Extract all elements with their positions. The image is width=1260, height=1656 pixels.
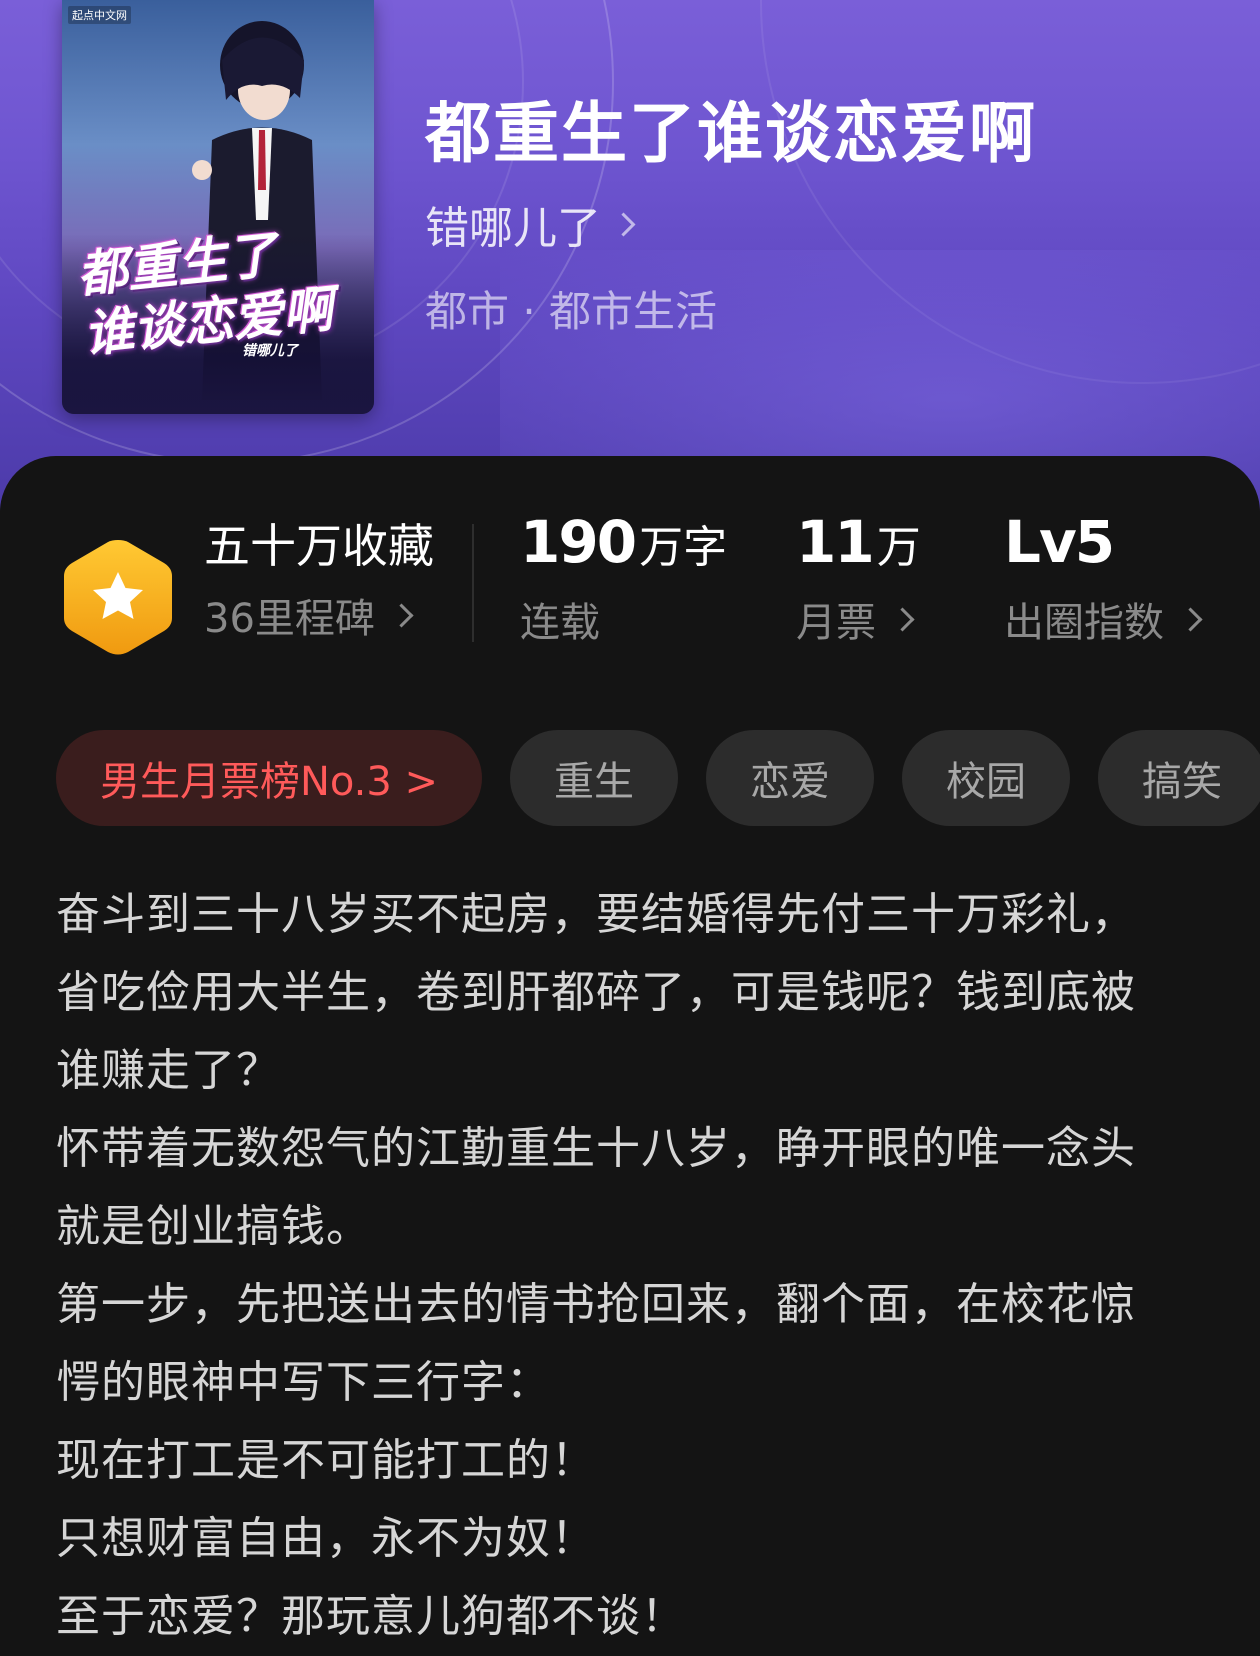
synopsis-paragraph: 只想财富自由，永不为奴！ xyxy=(56,1513,596,1564)
monthly-tickets-label: 月票 xyxy=(796,600,876,646)
book-genre: 都市 · 都市生活 xyxy=(425,287,718,336)
serial-status-label: 连载 xyxy=(520,600,600,646)
author-name: 错哪儿了 xyxy=(425,203,601,254)
milestone-label: 36里程碑 xyxy=(204,596,375,642)
chevron-right-icon xyxy=(389,602,414,628)
cover-publisher: 起点中文网 xyxy=(68,6,131,24)
collection-title: 五十万收藏 xyxy=(204,519,434,573)
chevron-right-icon xyxy=(890,606,915,632)
monthly-tickets-number: 11 xyxy=(796,508,875,576)
synopsis-paragraph: 至于恋爱？那玩意儿狗都不谈！ xyxy=(56,1591,686,1642)
author-link[interactable]: 错哪儿了 xyxy=(425,192,636,256)
synopsis-paragraph: 现在打工是不可能打工的！ xyxy=(56,1435,596,1486)
tag-chip[interactable]: 校园 xyxy=(902,730,1070,826)
monthly-tickets-link[interactable]: 月票 xyxy=(796,590,915,648)
breakout-index-level: Lv5 xyxy=(1004,508,1115,576)
chevron-right-icon xyxy=(611,211,636,237)
milestone-link[interactable]: 36里程碑 xyxy=(204,586,414,644)
word-count: 190万字 xyxy=(520,508,727,576)
stats-row: 五十万收藏 36里程碑 190万字 连载 11万 月票 Lv5 出圈指数 xyxy=(0,456,1260,656)
breakout-index-link[interactable]: 出圈指数 xyxy=(1004,590,1203,648)
star-hexagon-icon xyxy=(64,540,172,655)
synopsis-paragraph: 怀带着无数怨气的江勤重生十八岁，睁开眼的唯一念头就是创业搞钱。 xyxy=(56,1123,1136,1252)
ranking-tag[interactable]: 男生月票榜No.3 > xyxy=(56,730,482,826)
stats-divider xyxy=(472,524,474,642)
tag-chip[interactable]: 搞笑 xyxy=(1098,730,1260,826)
word-count-unit: 万字 xyxy=(639,522,728,573)
synopsis-paragraph: 奋斗到三十八岁买不起房，要结婚得先付三十万彩礼，省吃俭用大半生，卷到肝都碎了，可… xyxy=(56,889,1136,1096)
breakout-index-label: 出圈指数 xyxy=(1004,600,1164,646)
tag-row: 男生月票榜No.3 > 重生 恋爱 校园 搞笑 xyxy=(56,730,1260,826)
book-detail-card: 五十万收藏 36里程碑 190万字 连载 11万 月票 Lv5 出圈指数 男生月… xyxy=(0,456,1260,1656)
book-cover[interactable]: 起点中文网 都重生了 谁谈恋爱啊 错哪儿了 xyxy=(62,0,374,414)
synopsis-paragraph: 第一步，先把送出去的情书抢回来，翻个面，在校花惊愕的眼神中写下三行字： xyxy=(56,1279,1136,1408)
cover-author: 错哪儿了 xyxy=(242,343,298,359)
monthly-tickets: 11万 xyxy=(796,508,921,576)
breakout-index: Lv5 xyxy=(1004,508,1115,576)
synopsis[interactable]: 奋斗到三十八岁买不起房，要结婚得先付三十万彩礼，省吃俭用大半生，卷到肝都碎了，可… xyxy=(56,876,1176,1656)
tag-chip[interactable]: 重生 xyxy=(510,730,678,826)
book-title: 都重生了谁谈恋爱啊 xyxy=(425,94,1037,172)
chevron-right-icon xyxy=(1178,606,1203,632)
tag-chip[interactable]: 恋爱 xyxy=(706,730,874,826)
book-header: 起点中文网 都重生了 谁谈恋爱啊 错哪儿了 都重生了谁谈恋爱啊 错哪儿了 都市 … xyxy=(0,0,1260,520)
serial-status: 连载 xyxy=(520,590,600,648)
monthly-tickets-unit: 万 xyxy=(876,522,921,573)
word-count-number: 190 xyxy=(520,508,637,576)
